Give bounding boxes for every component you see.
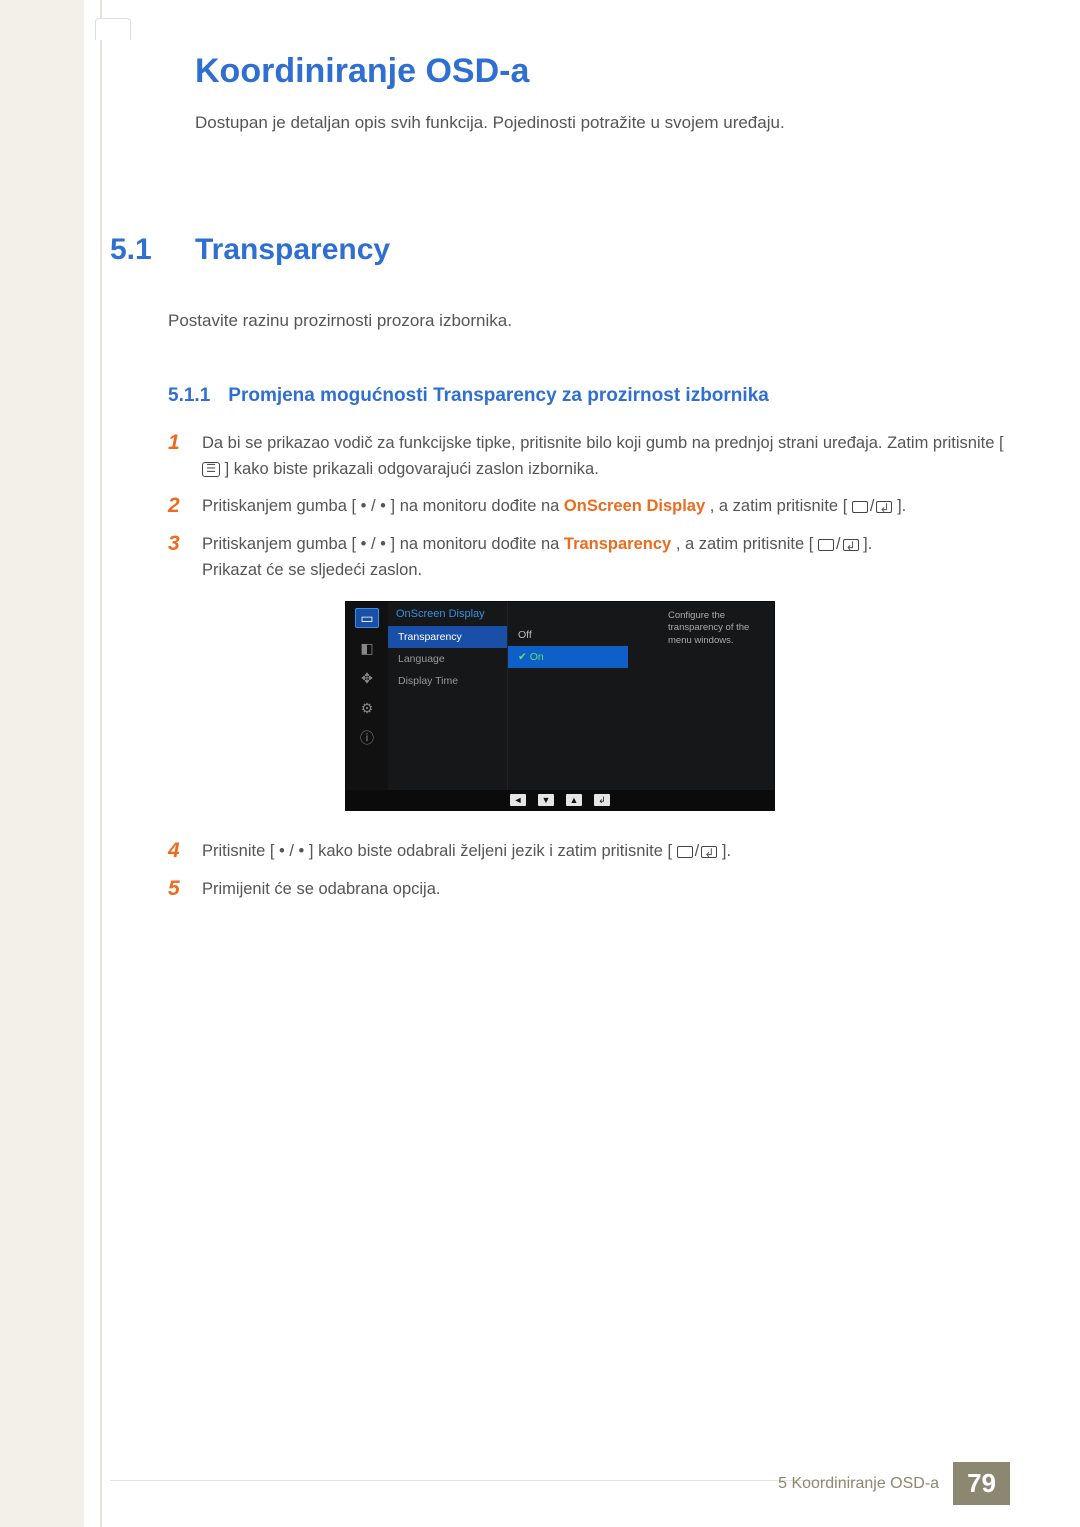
display-icon: ▭	[355, 608, 379, 628]
section-title: Transparency	[195, 233, 390, 267]
settings-icon: ⚙	[355, 698, 379, 718]
osd-value-off: Off	[508, 624, 628, 646]
osd-menu-title: OnScreen Display	[388, 602, 507, 626]
step-1: 1 Da bi se prikazao vodič za funkcijske …	[168, 431, 1010, 482]
osd-nav-bar: ◄ ▼ ▲ ↲	[346, 790, 774, 810]
step-text: Pritisnite [ • / • ] kako biste odabrali…	[202, 839, 731, 865]
chapter-tab-icon	[95, 18, 131, 40]
osd-window: ▭ ◧ ✥ ⚙ ⓘ OnScreen Display Transparency …	[345, 601, 775, 811]
nav-down-icon: ▼	[538, 794, 554, 806]
osd-sidebar: ▭ ◧ ✥ ⚙ ⓘ	[346, 602, 388, 790]
section-heading: 5.1 Transparency	[110, 233, 1010, 267]
step-3: 3 Pritiskanjem gumba [ • / • ] na monito…	[168, 532, 1010, 583]
step-text-post: ].	[863, 535, 872, 553]
osd-menu-item-language: Language	[388, 648, 507, 670]
step-text-pre: Pritiskanjem gumba [ • / • ] na monitoru…	[202, 535, 564, 553]
subsection-number: 5.1.1	[168, 385, 210, 407]
step-number: 3	[168, 532, 186, 556]
select-enter-icon: /	[852, 494, 893, 520]
step-text-post: ].	[897, 497, 906, 515]
step-text-post: ].	[722, 842, 731, 860]
nav-enter-icon: ↲	[594, 794, 610, 806]
manual-page: Koordiniranje OSD-a Dostupan je detaljan…	[0, 0, 1080, 1527]
step-2: 2 Pritiskanjem gumba [ • / • ] na monito…	[168, 494, 1010, 520]
section-description: Postavite razinu prozirnosti prozora izb…	[168, 311, 1010, 331]
osd-value-list: Off On	[508, 602, 628, 790]
select-enter-icon: /	[818, 532, 859, 558]
step-text-mid: , a zatim pritisnite [	[676, 535, 814, 553]
osd-menu-item-display-time: Display Time	[388, 670, 507, 692]
step-4: 4 Pritisnite [ • / • ] kako biste odabra…	[168, 839, 1010, 865]
osd-menu-list: OnScreen Display Transparency Language D…	[388, 602, 508, 790]
left-margin-rule	[100, 0, 102, 1527]
page-footer: 5 Koordiniranje OSD-a 79	[778, 1462, 1010, 1505]
step-text: Da bi se prikazao vodič za funkcijske ti…	[202, 431, 1010, 482]
step-text: Pritiskanjem gumba [ • / • ] na monitoru…	[202, 532, 872, 583]
subsection-heading: 5.1.1 Promjena mogućnosti Transparency z…	[168, 385, 1010, 407]
size-icon: ✥	[355, 668, 379, 688]
footer-page-number: 79	[953, 1462, 1010, 1505]
menu-icon	[202, 462, 220, 477]
select-enter-icon: /	[677, 839, 718, 865]
footer-rule	[110, 1480, 860, 1481]
chapter-title: Koordiniranje OSD-a	[195, 52, 1010, 91]
step-text-pre: Da bi se prikazao vodič za funkcijske ti…	[202, 434, 1004, 452]
section-number: 5.1	[110, 233, 165, 267]
pip-icon: ◧	[355, 638, 379, 658]
step-number: 4	[168, 839, 186, 863]
footer-chapter-label: 5 Koordiniranje OSD-a	[778, 1475, 953, 1493]
step-number: 5	[168, 877, 186, 901]
left-margin-stripe	[0, 0, 84, 1527]
osd-menu-item-transparency: Transparency	[388, 626, 507, 648]
step-text-mid: , a zatim pritisnite [	[710, 497, 848, 515]
step-number: 1	[168, 431, 186, 455]
step-5: 5 Primijenit će se odabrana opcija.	[168, 877, 1010, 903]
chapter-description: Dostupan je detaljan opis svih funkcija.…	[195, 113, 1010, 133]
nav-up-icon: ▲	[566, 794, 582, 806]
step-text-pre: Pritiskanjem gumba [ • / • ] na monitoru…	[202, 497, 564, 515]
step-text-post: ] kako biste prikazali odgovarajući zasl…	[225, 460, 599, 478]
step-text-tail: Prikazat će se sljedeći zaslon.	[202, 561, 422, 579]
osd-screenshot: ▭ ◧ ✥ ⚙ ⓘ OnScreen Display Transparency …	[110, 601, 1010, 811]
term-onscreen-display: OnScreen Display	[564, 497, 705, 515]
step-text-pre: Pritisnite [ • / • ] kako biste odabrali…	[202, 842, 672, 860]
info-icon: ⓘ	[355, 728, 379, 748]
subsection-title: Promjena mogućnosti Transparency za proz…	[228, 385, 769, 407]
nav-left-icon: ◄	[510, 794, 526, 806]
step-text: Primijenit će se odabrana opcija.	[202, 877, 440, 903]
step-text: Pritiskanjem gumba [ • / • ] na monitoru…	[202, 494, 906, 520]
osd-help-text: Configure the transparency of the menu w…	[662, 602, 774, 790]
step-number: 2	[168, 494, 186, 518]
term-transparency: Transparency	[564, 535, 671, 553]
osd-value-on: On	[508, 646, 628, 668]
